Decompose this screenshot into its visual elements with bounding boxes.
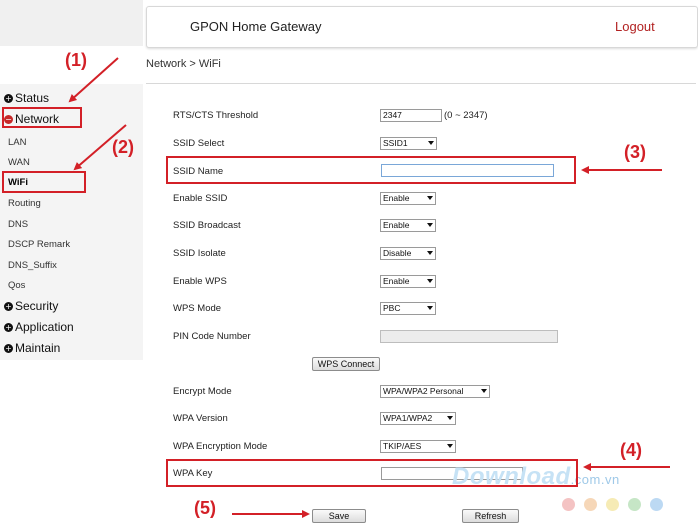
- arrow-2: [73, 124, 127, 171]
- annotation-arrows: [68, 57, 670, 518]
- arrow-1: [68, 57, 119, 103]
